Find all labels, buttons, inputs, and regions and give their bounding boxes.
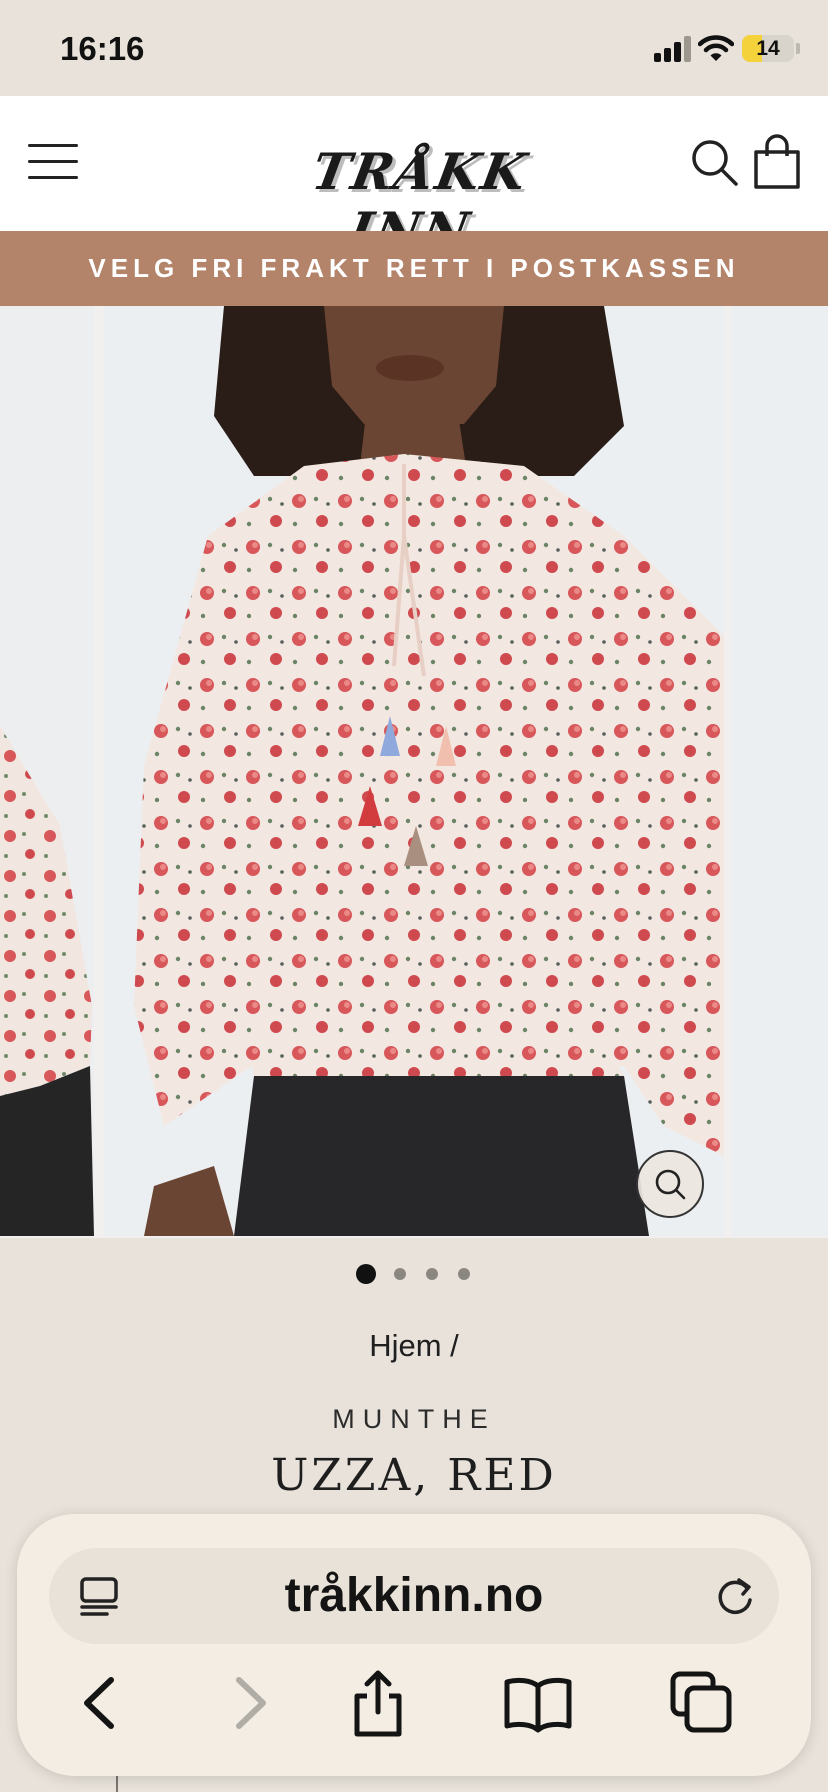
zoom-icon [655,1169,686,1200]
pagination-dot-2[interactable] [394,1268,406,1280]
share-button[interactable] [341,1666,415,1740]
announcement-bar: VELG FRI FRAKT RETT I POSTKASSEN [0,231,828,306]
product-vendor: MUNTHE [332,1404,496,1434]
product-gallery[interactable] [0,306,828,1238]
reader-icon[interactable] [79,1576,123,1616]
pagination-dot-1[interactable] [356,1264,376,1284]
battery-percent: 14 [756,37,780,60]
search-icon [692,140,738,186]
status-time: 16:16 [60,30,145,67]
tabs-icon [670,1671,732,1733]
site-logo[interactable]: TRÅKK INN [255,124,575,260]
menu-button[interactable] [28,142,80,182]
breadcrumb[interactable]: Hjem / [0,1328,828,1364]
gallery-slide-previous[interactable] [0,306,94,1236]
pagination-dot-3[interactable] [426,1268,438,1280]
wifi-icon [697,34,735,62]
back-icon [84,1677,114,1729]
forward-icon [236,1677,266,1729]
pagination-dot-4[interactable] [458,1268,470,1280]
url-text[interactable]: tråkkinn.no [49,1548,779,1644]
gallery-slide-next[interactable] [732,306,828,1236]
back-button[interactable] [65,1666,139,1740]
forward-button[interactable] [211,1666,285,1740]
battery-cap [796,43,800,54]
search-button[interactable] [690,138,740,188]
reload-icon[interactable] [713,1574,757,1618]
cart-button[interactable] [752,134,802,190]
browser-toolbar: tråkkinn.no [17,1514,811,1776]
tabs-button[interactable] [665,1666,739,1740]
cellular-signal-icon [654,36,692,62]
gallery-pagination [356,1264,476,1284]
share-icon [354,1670,402,1737]
gallery-slide-main[interactable] [104,306,724,1236]
bookmarks-icon [504,1677,572,1733]
cart-icon [754,134,800,189]
battery-icon: 14 [742,35,794,62]
status-bar: 16:16 14 [0,0,828,96]
site-header: TRÅKK INN [0,96,828,260]
zoom-button[interactable] [636,1150,704,1218]
address-bar[interactable]: tråkkinn.no [49,1548,779,1644]
product-title: UZZA, RED [271,1450,557,1501]
bookmarks-button[interactable] [501,1666,575,1740]
